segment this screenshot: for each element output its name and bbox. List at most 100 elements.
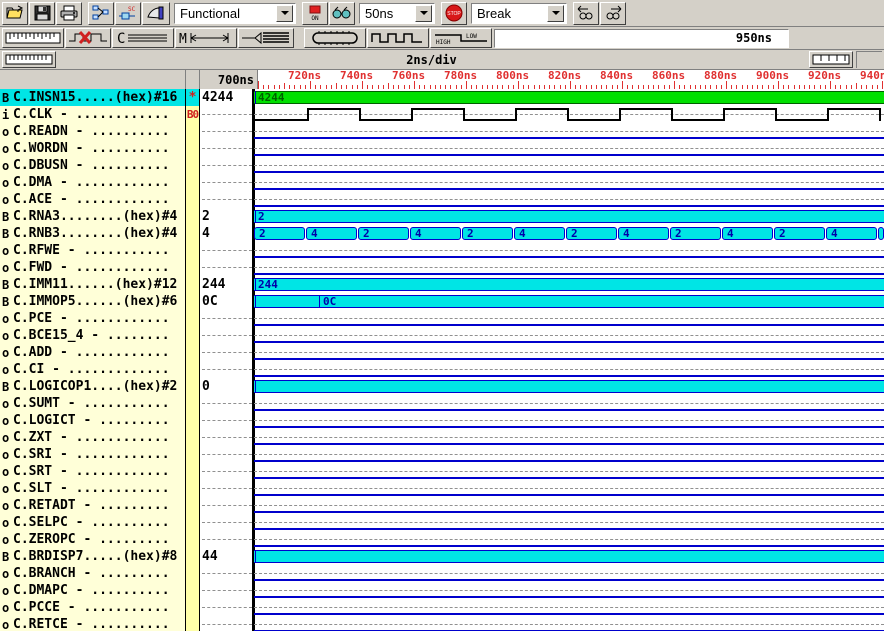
- signal-value-cell[interactable]: [200, 599, 252, 616]
- signal-value-cell[interactable]: [200, 429, 252, 446]
- waveform-row[interactable]: [254, 616, 884, 631]
- signal-value-cell[interactable]: 4: [200, 225, 252, 242]
- signal-name-row[interactable]: o C.RFWE - ...........: [0, 242, 185, 259]
- signal-value-cell[interactable]: 2: [200, 208, 252, 225]
- signal-value-cell[interactable]: [200, 463, 252, 480]
- waveform-row[interactable]: [254, 582, 884, 599]
- waveform-row[interactable]: [254, 157, 884, 174]
- signal-marker-cell[interactable]: [186, 208, 199, 225]
- waveform-row[interactable]: 244: [254, 276, 884, 293]
- waveform-row[interactable]: [254, 463, 884, 480]
- power-on-button[interactable]: ON: [302, 1, 328, 25]
- signal-marker-cell[interactable]: [186, 514, 199, 531]
- bus-button[interactable]: [238, 28, 294, 48]
- waveform-row[interactable]: [254, 412, 884, 429]
- signal-name-row[interactable]: B C.BRDISP7.....(hex)#8: [0, 548, 185, 565]
- chip-button[interactable]: [304, 28, 366, 48]
- signal-marker-cell[interactable]: [186, 242, 199, 259]
- signal-name-row[interactable]: o C.DMA - ............: [0, 174, 185, 191]
- signal-marker-cell[interactable]: [186, 429, 199, 446]
- signal-value-cell[interactable]: [200, 446, 252, 463]
- signal-marker-cell[interactable]: [186, 582, 199, 599]
- step-size-combo[interactable]: 50ns: [359, 2, 435, 24]
- signal-marker-cell[interactable]: [186, 565, 199, 582]
- signal-name-row[interactable]: B C.IMMOP5......(hex)#6: [0, 293, 185, 310]
- hand-probe-button[interactable]: [142, 1, 170, 25]
- signal-marker-cell[interactable]: [186, 293, 199, 310]
- hierarchy-tree-button[interactable]: [88, 1, 114, 25]
- signal-marker-cell[interactable]: [186, 480, 199, 497]
- waveform-row[interactable]: [254, 548, 884, 565]
- signal-name-row[interactable]: o C.RETCE - ..........: [0, 616, 185, 631]
- signal-name-row[interactable]: o C.BRANCH - .........: [0, 565, 185, 582]
- break-mode-combo[interactable]: Break: [471, 2, 567, 24]
- signal-value-cell[interactable]: [200, 174, 252, 191]
- signal-value-cell[interactable]: [200, 412, 252, 429]
- waveform-row[interactable]: [254, 514, 884, 531]
- sim-mode-combo[interactable]: Functional: [174, 2, 296, 24]
- signal-name-column[interactable]: B C.INSN15.....(hex)#16 i C.CLK - .........…: [0, 89, 186, 631]
- signal-marker-cell[interactable]: [186, 599, 199, 616]
- signal-name-row[interactable]: o C.PCE - ............: [0, 310, 185, 327]
- waveform-row[interactable]: [254, 565, 884, 582]
- signal-value-cell[interactable]: [200, 514, 252, 531]
- waveform-row[interactable]: [254, 242, 884, 259]
- signal-name-row[interactable]: o C.READN - ..........: [0, 123, 185, 140]
- signal-name-row[interactable]: o C.ADD - ............: [0, 344, 185, 361]
- signal-name-row[interactable]: o C.DBUSN - ..........: [0, 157, 185, 174]
- signal-value-cell[interactable]: [200, 582, 252, 599]
- signal-marker-cell[interactable]: [186, 446, 199, 463]
- waveform-row[interactable]: [254, 599, 884, 616]
- signal-value-cell[interactable]: 44: [200, 548, 252, 565]
- waveform-row[interactable]: [254, 446, 884, 463]
- waveform-row[interactable]: [254, 429, 884, 446]
- signal-marker-cell[interactable]: [186, 395, 199, 412]
- chevron-down-icon[interactable]: [276, 4, 293, 22]
- waveform-row[interactable]: [254, 327, 884, 344]
- delete-waveform-button[interactable]: [65, 28, 111, 48]
- waveform-canvas[interactable]: 4244224242424242422440C: [253, 89, 884, 631]
- ruler-button[interactable]: [2, 28, 64, 48]
- signal-marker-cell[interactable]: [186, 463, 199, 480]
- waveform-row[interactable]: 2424242424242: [254, 225, 884, 242]
- waveform-row[interactable]: [254, 497, 884, 514]
- signal-marker-cell[interactable]: [186, 191, 199, 208]
- zoom-in-button[interactable]: [809, 51, 853, 68]
- waveform-row[interactable]: [254, 531, 884, 548]
- signal-name-row[interactable]: o C.SELPC - ..........: [0, 514, 185, 531]
- signal-name-row[interactable]: B C.RNA3........(hex)#4: [0, 208, 185, 225]
- waveform-row[interactable]: [254, 310, 884, 327]
- signal-value-cell[interactable]: 0C: [200, 293, 252, 310]
- signal-marker-cell[interactable]: [186, 548, 199, 565]
- goggles-button[interactable]: [329, 1, 355, 25]
- c-clock-button[interactable]: C: [112, 28, 174, 48]
- signal-value-cell[interactable]: [200, 242, 252, 259]
- signal-value-cell[interactable]: [200, 191, 252, 208]
- signal-name-row[interactable]: o C.SRT - ............: [0, 463, 185, 480]
- signal-name-row[interactable]: o C.WORDN - ..........: [0, 140, 185, 157]
- signal-marker-cell[interactable]: [186, 327, 199, 344]
- sc-netlist-button[interactable]: SC: [115, 1, 141, 25]
- signal-name-row[interactable]: o C.SRI - ............: [0, 446, 185, 463]
- chevron-down-icon-2[interactable]: [415, 4, 432, 22]
- signal-value-cell[interactable]: [200, 259, 252, 276]
- signal-value-cell[interactable]: [200, 123, 252, 140]
- zoom-out-button[interactable]: [2, 51, 56, 68]
- signal-marker-cell[interactable]: [186, 225, 199, 242]
- waveform-row[interactable]: [254, 361, 884, 378]
- end-time-field[interactable]: 950ns: [494, 28, 789, 48]
- find-prev-transition-button[interactable]: [573, 1, 599, 25]
- waveform-row[interactable]: [254, 259, 884, 276]
- signal-value-cell[interactable]: [200, 531, 252, 548]
- signal-value-cell[interactable]: [200, 395, 252, 412]
- signal-name-row[interactable]: o C.LOGICT - .........: [0, 412, 185, 429]
- waveform-row[interactable]: [254, 140, 884, 157]
- print-button[interactable]: [56, 1, 82, 25]
- signal-name-row[interactable]: o C.SUMT - ...........: [0, 395, 185, 412]
- signal-value-cell[interactable]: [200, 497, 252, 514]
- waveform-row[interactable]: 0C: [254, 293, 884, 310]
- signal-name-row[interactable]: o C.CI - .............: [0, 361, 185, 378]
- signal-value-cell[interactable]: [200, 140, 252, 157]
- signal-value-cell[interactable]: [200, 327, 252, 344]
- signal-marker-cell[interactable]: [186, 157, 199, 174]
